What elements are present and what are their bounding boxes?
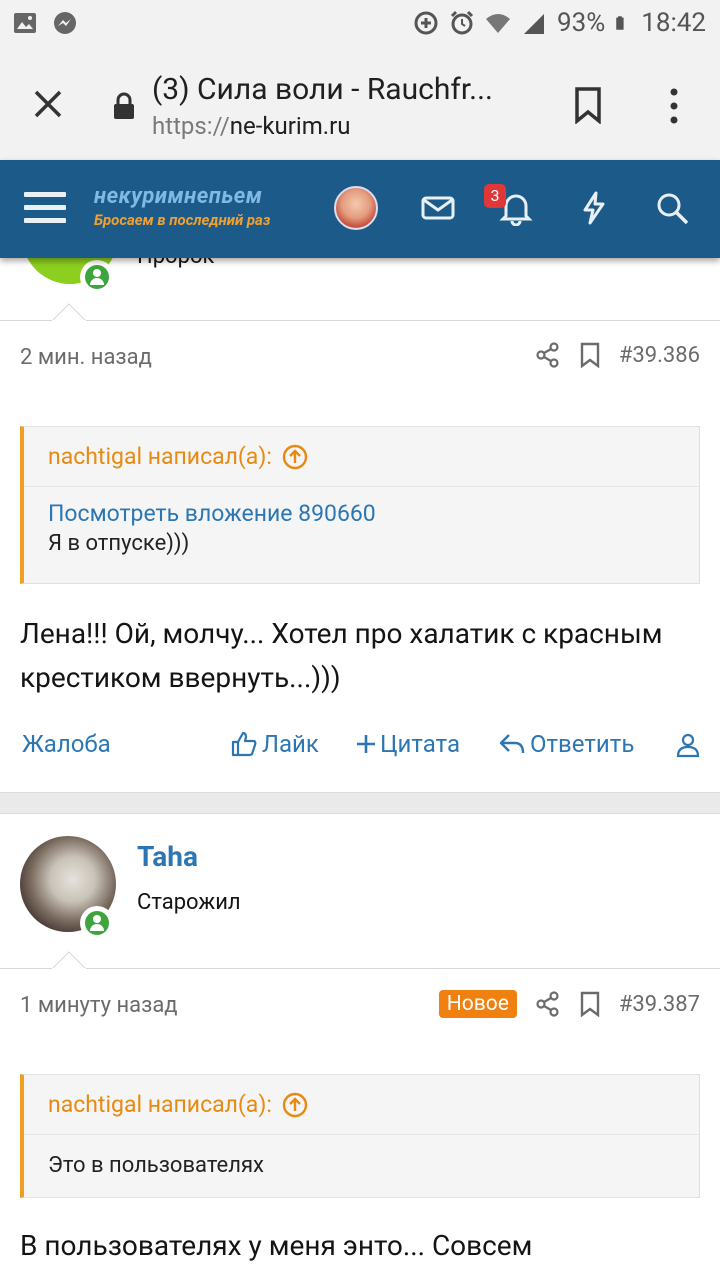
author-rank: Пророк: [137, 258, 214, 269]
gallery-icon: [14, 13, 36, 33]
quote-header[interactable]: nachtigal написал(а):: [24, 427, 699, 487]
lightning-icon[interactable]: [576, 190, 612, 226]
thumbs-up-icon: [231, 731, 257, 757]
post-meta: Новое #39.387: [438, 990, 700, 1018]
logo-title: некуримнепьем: [94, 184, 263, 209]
search-icon[interactable]: [654, 190, 690, 226]
forum-header: некуримнепьем Бросаем в последний раз: [0, 160, 720, 258]
plus-icon: [357, 735, 375, 753]
post-divider: [0, 320, 720, 321]
post-time[interactable]: 1 минуту назад: [20, 993, 178, 1018]
online-indicator: [80, 906, 114, 940]
quote-header[interactable]: nachtigal написал(а):: [24, 1075, 699, 1135]
post-bookmark-icon[interactable]: [579, 342, 601, 368]
menu-icon[interactable]: [22, 188, 68, 228]
signal-icon: [523, 14, 544, 34]
battery-percent: 93%: [556, 8, 606, 38]
clock-time: 18:42: [641, 8, 706, 38]
reply-icon: [499, 734, 525, 754]
bookmark-icon[interactable]: [572, 86, 604, 124]
battery-icon: [616, 16, 624, 30]
post-actions: Жалоба Лайк Цитата Ответить: [0, 724, 720, 768]
author-username[interactable]: Taha: [137, 840, 198, 873]
post-body: Лена!!! Ой, молчу... Хотел про халатик с…: [20, 617, 663, 694]
attachment-link[interactable]: Посмотреть вложение 890660: [48, 499, 675, 529]
post-body: В пользователях у меня энто... Совсем: [20, 1229, 533, 1262]
url-display[interactable]: https://ne-kurim.ru: [152, 112, 351, 140]
data-saver-icon: [414, 11, 438, 35]
messenger-icon: [54, 12, 76, 34]
quote-button[interactable]: Цитата: [356, 730, 460, 758]
post-number[interactable]: #39.387: [619, 992, 700, 1017]
mail-icon[interactable]: [420, 190, 456, 226]
page-title: (3) Сила воли - Rauchfr...: [152, 72, 493, 107]
online-indicator: [80, 260, 114, 294]
thread-content[interactable]: Пророк 2 мин. назад #39.386 nachtigal на…: [0, 258, 720, 1280]
user-online-icon: [90, 269, 104, 285]
like-button[interactable]: Лайк: [230, 730, 319, 758]
quote-text: Я в отпуске))): [48, 531, 190, 556]
jump-up-icon[interactable]: [282, 1092, 308, 1118]
author-notch: [52, 951, 86, 969]
share-icon[interactable]: [535, 342, 561, 368]
post-bookmark-icon[interactable]: [579, 991, 601, 1017]
new-badge: Новое: [438, 990, 517, 1018]
jump-up-icon[interactable]: [282, 444, 308, 470]
report-button[interactable]: Жалоба: [22, 730, 111, 758]
notification-badge: 3: [484, 184, 506, 208]
browser-toolbar: (3) Сила воли - Rauchfr... https://ne-ku…: [0, 50, 720, 160]
post-number[interactable]: #39.386: [619, 343, 700, 368]
share-icon[interactable]: [535, 991, 561, 1017]
post-author-partial: Пророк: [0, 258, 720, 322]
lock-icon: [114, 92, 134, 119]
like-label: Лайк: [262, 730, 319, 758]
site-logo[interactable]: некуримнепьем Бросаем в последний раз: [94, 184, 270, 229]
url-host: ne-kurim.ru: [229, 112, 351, 140]
reply-label: Ответить: [530, 730, 635, 758]
quote-text: Это в пользователях: [48, 1153, 264, 1178]
reply-button[interactable]: Ответить: [498, 730, 634, 758]
post-time[interactable]: 2 мин. назад: [20, 345, 152, 370]
close-icon[interactable]: [30, 86, 66, 122]
post-meta: #39.386: [535, 342, 700, 368]
wifi-icon: [485, 14, 510, 33]
quote-label: Цитата: [380, 730, 461, 758]
alarm-icon: [450, 10, 474, 35]
quote-block: nachtigal написал(а): Это в пользователя…: [20, 1074, 700, 1198]
quote-author: nachtigal написал(а):: [48, 1091, 272, 1118]
post-separator: [0, 792, 720, 814]
post-divider: [0, 968, 720, 969]
more-menu-icon[interactable]: [664, 86, 684, 126]
logo-tagline: Бросаем в последний раз: [94, 211, 271, 229]
url-protocol: https://: [152, 112, 230, 140]
quote-author: nachtigal написал(а):: [48, 443, 272, 470]
user-menu-icon[interactable]: [676, 732, 700, 758]
author-notch: [52, 303, 86, 321]
quote-block: nachtigal написал(а): Посмотреть вложени…: [20, 426, 700, 584]
user-avatar[interactable]: [334, 186, 378, 230]
status-bar: 93% 18:42: [0, 0, 720, 50]
author-rank: Старожил: [137, 890, 241, 915]
user-online-icon: [90, 915, 104, 931]
